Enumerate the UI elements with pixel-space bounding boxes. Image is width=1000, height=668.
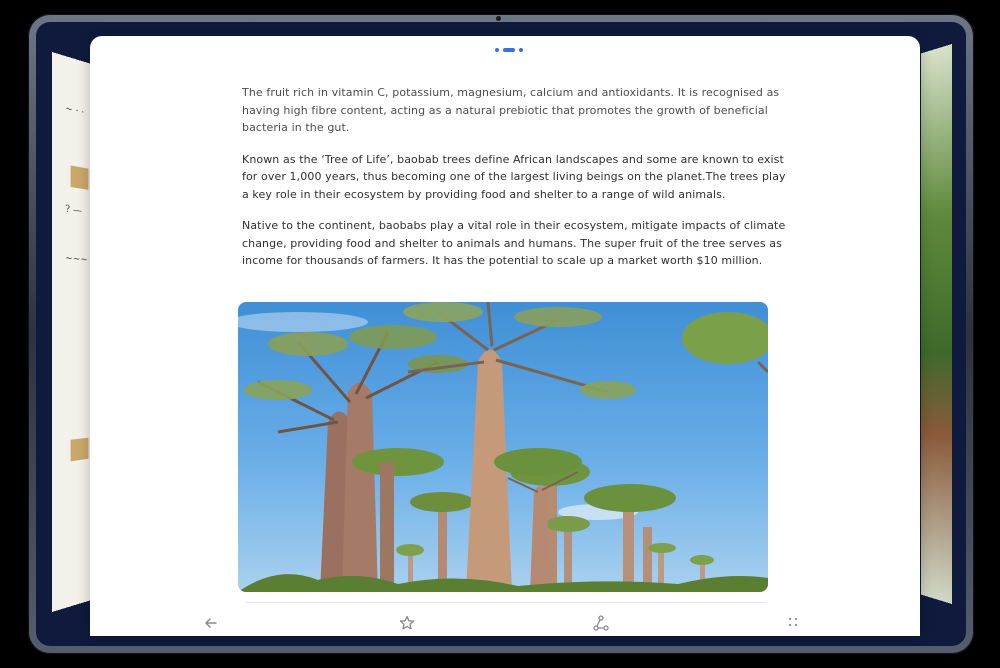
baobab-photo xyxy=(238,302,768,592)
background-app-right[interactable] xyxy=(920,44,952,604)
handle-bar xyxy=(503,48,515,52)
article-paragraph: Known as the ‘Tree of Life’, baobab tree… xyxy=(242,152,786,201)
tag-image xyxy=(70,165,89,190)
baobab-center xyxy=(403,302,636,592)
baobab-right-edge xyxy=(682,312,768,374)
bottom-toolbar xyxy=(90,614,920,636)
doodle-text: ~ · · xyxy=(65,103,85,119)
handle-dot xyxy=(495,48,499,52)
tablet-frame: ~ · · ? — ~~~ The fruit rich in vitamin … xyxy=(28,14,974,654)
more-button[interactable] xyxy=(784,614,802,632)
back-button[interactable] xyxy=(202,614,220,632)
distant-baobabs xyxy=(396,458,714,592)
article-window: The fruit rich in vitamin C, potassium, … xyxy=(90,36,920,636)
article-paragraph: Native to the continent, baobabs play a … xyxy=(242,219,786,267)
share-button[interactable] xyxy=(592,614,610,632)
tag-image xyxy=(70,437,89,462)
tablet-screen: ~ · · ? — ~~~ The fruit rich in vitamin … xyxy=(36,22,966,646)
article-body: The fruit rich in vitamin C, potassium, … xyxy=(242,84,790,284)
baobab-left xyxy=(244,325,468,592)
camera-dot xyxy=(496,16,501,21)
doodle-text: ? — xyxy=(65,203,82,217)
article-paragraph: The fruit rich in vitamin C, potassium, … xyxy=(242,86,780,134)
handle-dot xyxy=(519,48,523,52)
window-drag-handle[interactable] xyxy=(495,46,523,54)
divider xyxy=(246,602,766,603)
favorite-button[interactable] xyxy=(398,614,416,632)
doodle-text: ~~~ xyxy=(65,253,88,266)
share-icon xyxy=(593,615,609,631)
arrow-left-icon xyxy=(204,618,217,628)
grid-dots-icon xyxy=(788,617,798,627)
baobab-illustration xyxy=(238,302,768,592)
background-app-left[interactable]: ~ · · ? — ~~~ xyxy=(52,52,96,612)
star-icon xyxy=(399,615,415,630)
